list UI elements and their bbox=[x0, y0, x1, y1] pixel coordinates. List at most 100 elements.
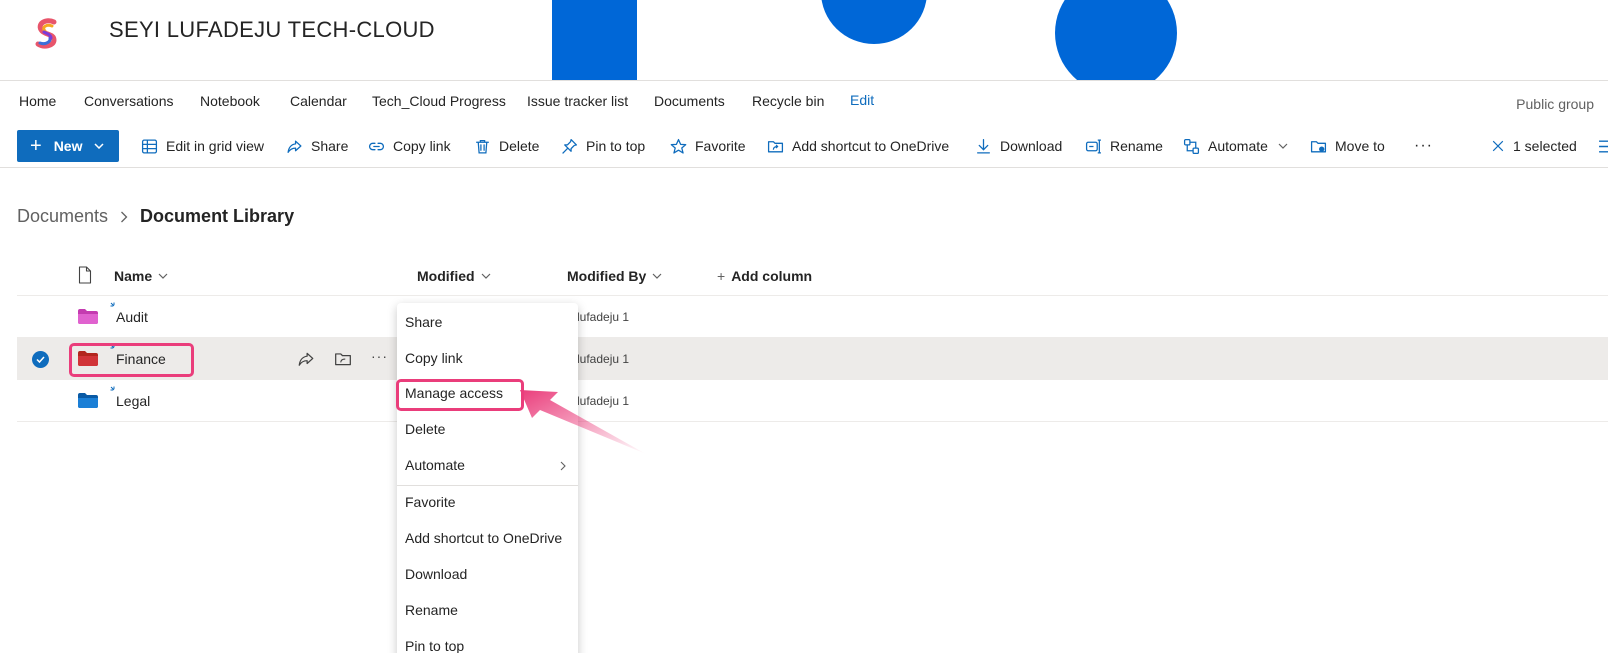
menu-item-rename[interactable]: Rename bbox=[405, 602, 458, 618]
clear-selection-button[interactable]: 1 selected bbox=[1491, 134, 1577, 158]
public-group-label: Public group bbox=[1516, 96, 1594, 112]
copy-link-button[interactable]: Copy link bbox=[368, 134, 451, 158]
automate-label: Automate bbox=[1208, 138, 1268, 154]
nav-notebook[interactable]: Notebook bbox=[200, 93, 260, 109]
header-decoration-circle bbox=[821, 0, 927, 44]
chevron-down-icon bbox=[158, 273, 168, 279]
site-header: SEYI LUFADEJU TECH-CLOUD bbox=[0, 0, 1608, 81]
selected-check-icon[interactable] bbox=[32, 351, 49, 368]
download-icon bbox=[977, 138, 990, 154]
folder-icon bbox=[78, 393, 98, 408]
rename-icon bbox=[1085, 138, 1101, 154]
shortcut-folder-icon bbox=[767, 140, 784, 152]
menu-item-download[interactable]: Download bbox=[405, 566, 467, 582]
folder-icon bbox=[78, 309, 98, 324]
share-button[interactable]: Share bbox=[286, 134, 348, 158]
breadcrumb-documents[interactable]: Documents bbox=[17, 206, 108, 227]
menu-item-share[interactable]: Share bbox=[405, 314, 442, 330]
download-button[interactable]: Download bbox=[975, 134, 1062, 158]
file-name[interactable]: Legal bbox=[116, 393, 150, 409]
list-view-icon bbox=[1599, 139, 1608, 153]
shortcut-folder-icon[interactable] bbox=[334, 350, 352, 368]
more-actions-button[interactable]: ··· bbox=[1414, 134, 1433, 158]
add-column-button[interactable]: + Add column bbox=[717, 268, 812, 284]
menu-item-pin-to-top[interactable]: Pin to top bbox=[405, 638, 464, 653]
copy-link-label: Copy link bbox=[393, 138, 451, 154]
new-button[interactable]: + New bbox=[17, 130, 119, 162]
trash-icon bbox=[476, 139, 489, 154]
automate-button[interactable]: Automate bbox=[1183, 134, 1288, 158]
column-name[interactable]: Name bbox=[114, 268, 168, 284]
move-to-button[interactable]: Move to bbox=[1310, 134, 1385, 158]
nav-calendar[interactable]: Calendar bbox=[290, 93, 347, 109]
pin-to-top-label: Pin to top bbox=[586, 138, 646, 154]
breadcrumb-current: Document Library bbox=[140, 206, 295, 226]
nav-recycle-bin[interactable]: Recycle bin bbox=[752, 93, 824, 109]
table-row[interactable]: Finance ··· yi lufadeju 1 bbox=[17, 338, 1608, 380]
breadcrumb: Documents Document Library bbox=[17, 206, 294, 227]
pin-icon bbox=[562, 138, 578, 154]
nav-issue-tracker-list[interactable]: Issue tracker list bbox=[527, 93, 628, 109]
move-to-label: Move to bbox=[1335, 138, 1385, 154]
column-modified-by-label: Modified By bbox=[567, 268, 647, 284]
add-shortcut-label: Add shortcut to OneDrive bbox=[792, 138, 950, 154]
header-decoration-circle bbox=[1055, 0, 1177, 80]
chevron-down-icon bbox=[1278, 143, 1288, 149]
table-row[interactable]: Audit yi lufadeju 1 bbox=[17, 296, 1608, 338]
rename-label: Rename bbox=[1110, 138, 1163, 154]
grid-icon bbox=[141, 138, 158, 154]
context-menu: Share Copy link Manage access Delete Aut… bbox=[397, 303, 578, 653]
star-icon bbox=[670, 138, 687, 154]
menu-item-add-shortcut[interactable]: Add shortcut to OneDrive bbox=[405, 530, 562, 546]
column-name-label: Name bbox=[114, 268, 153, 284]
column-modified-by[interactable]: Modified By bbox=[567, 268, 662, 284]
link-icon bbox=[369, 142, 384, 150]
site-nav: Home Conversations Notebook Calendar Tec… bbox=[0, 81, 1608, 124]
column-modified-label: Modified bbox=[417, 268, 475, 284]
site-title[interactable]: SEYI LUFADEJU TECH-CLOUD bbox=[109, 17, 435, 43]
nav-tech-cloud-progress[interactable]: Tech_Cloud Progress bbox=[372, 93, 506, 109]
add-column-label: Add column bbox=[731, 268, 813, 284]
pin-to-top-button[interactable]: Pin to top bbox=[561, 134, 645, 158]
nav-documents[interactable]: Documents bbox=[654, 93, 725, 109]
chevron-down-icon bbox=[481, 273, 490, 279]
close-icon bbox=[1492, 140, 1504, 152]
table-row[interactable]: Legal yi lufadeju 1 bbox=[17, 380, 1608, 422]
menu-item-favorite[interactable]: Favorite bbox=[405, 494, 456, 510]
share-label: Share bbox=[311, 138, 349, 154]
favorite-label: Favorite bbox=[695, 138, 746, 154]
plus-icon: + bbox=[717, 268, 726, 284]
column-modified[interactable]: Modified bbox=[417, 268, 491, 284]
more-icon[interactable]: ··· bbox=[371, 348, 389, 366]
file-type-icon[interactable] bbox=[77, 266, 93, 284]
share-icon[interactable] bbox=[297, 350, 315, 368]
favorite-button[interactable]: Favorite bbox=[670, 134, 746, 158]
file-name[interactable]: Audit bbox=[116, 309, 148, 325]
delete-label: Delete bbox=[499, 138, 540, 154]
edit-grid-view-button[interactable]: Edit in grid view bbox=[141, 134, 264, 158]
chevron-right-icon bbox=[560, 461, 566, 471]
header-decoration-cutout bbox=[637, 0, 747, 73]
annotation-arrow-icon bbox=[520, 390, 646, 454]
delete-button[interactable]: Delete bbox=[474, 134, 539, 158]
header-decoration bbox=[552, 0, 637, 80]
plus-icon: + bbox=[30, 135, 42, 157]
share-icon bbox=[287, 140, 302, 153]
menu-item-delete[interactable]: Delete bbox=[405, 421, 445, 437]
annotation-highlight-finance bbox=[69, 343, 194, 377]
menu-item-copy-link[interactable]: Copy link bbox=[405, 350, 463, 366]
move-folder-icon bbox=[1310, 140, 1327, 152]
menu-divider bbox=[397, 485, 578, 486]
nav-edit-link[interactable]: Edit bbox=[850, 92, 874, 108]
selected-count: 1 selected bbox=[1513, 138, 1577, 154]
add-shortcut-button[interactable]: Add shortcut to OneDrive bbox=[767, 134, 949, 158]
chevron-down-icon bbox=[94, 143, 105, 149]
nav-conversations[interactable]: Conversations bbox=[84, 93, 174, 109]
view-options-button[interactable] bbox=[1598, 134, 1608, 158]
chevron-down-icon bbox=[652, 273, 662, 279]
site-logo-icon[interactable] bbox=[30, 16, 66, 52]
rename-button[interactable]: Rename bbox=[1085, 134, 1163, 158]
menu-item-automate[interactable]: Automate bbox=[405, 457, 465, 473]
nav-home[interactable]: Home bbox=[19, 93, 56, 109]
automate-icon bbox=[1183, 138, 1200, 154]
